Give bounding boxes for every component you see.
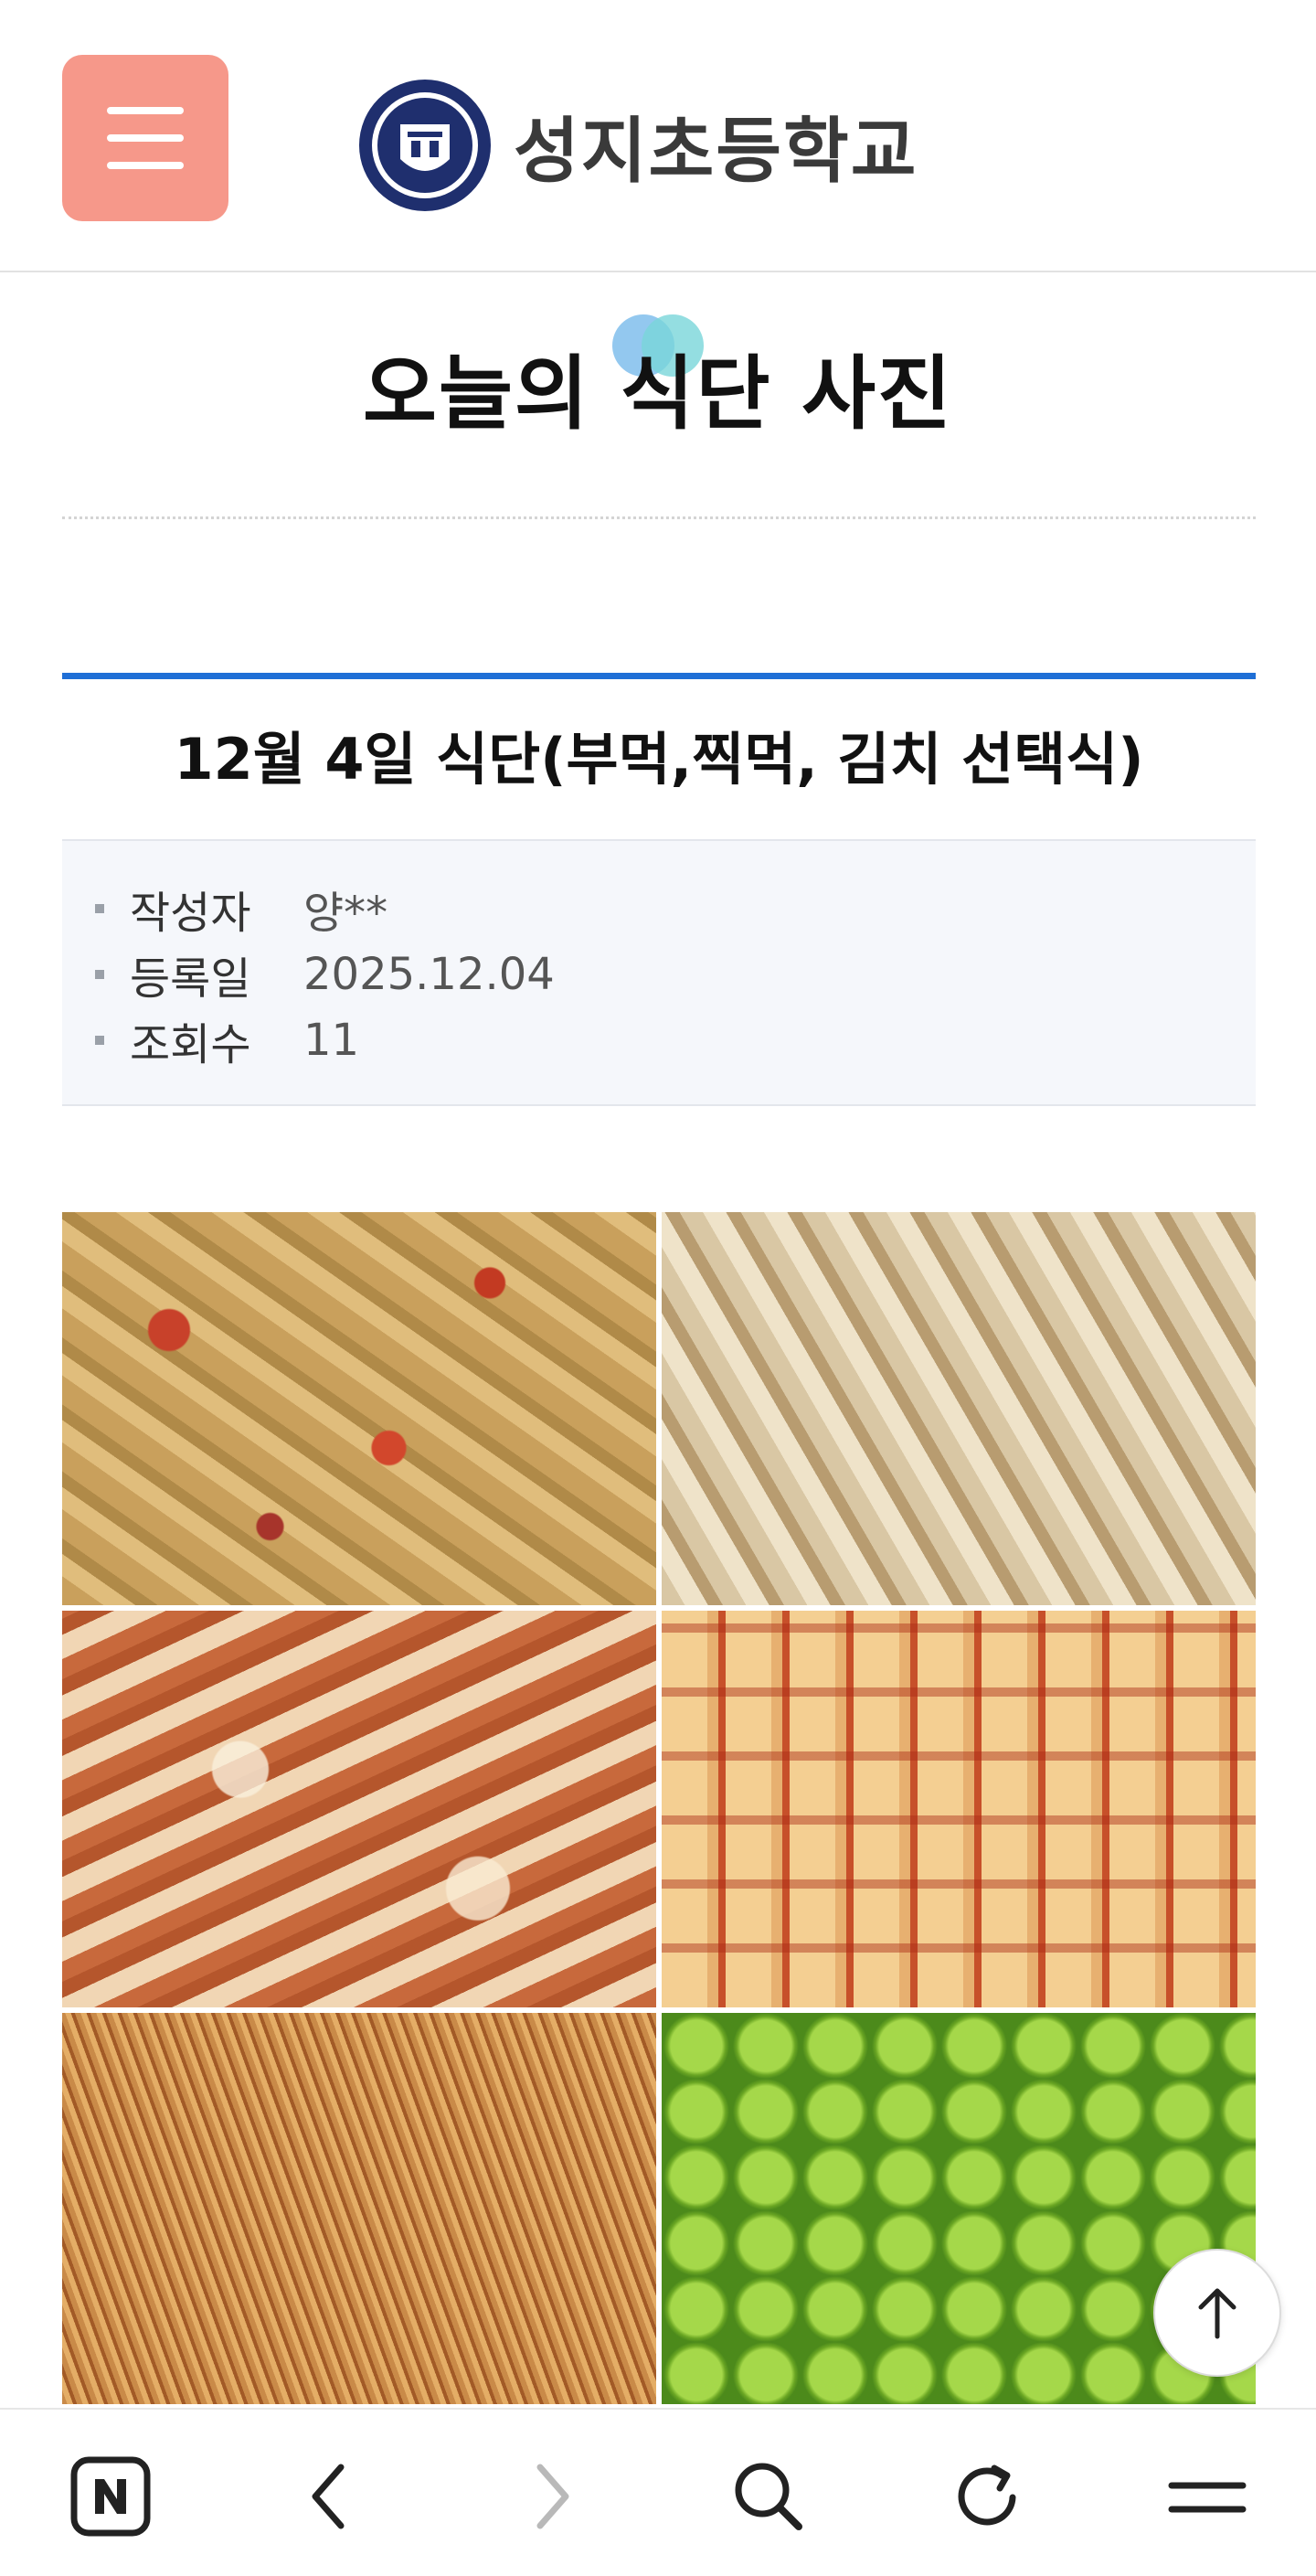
meta-label: 작성자 [130,888,251,939]
post-top-rule [62,673,1256,679]
browser-toolbar [0,2408,1316,2576]
meta-value: 양** [303,888,388,939]
hamburger-menu-button[interactable] [62,55,228,221]
search-icon [735,2463,802,2530]
menu-line [107,107,184,114]
bullet-icon [95,1036,104,1045]
post-meta: 작성자 양** 등록일 2025.12.04 조회수 11 [62,839,1256,1106]
refresh-icon [958,2464,1016,2526]
post-title: 12월 4일 식단(부먹,찍먹, 김치 선택식) [174,726,1144,793]
bullet-icon [95,904,104,913]
naver-n-icon [70,2456,151,2537]
browser-menu-button[interactable] [1157,2446,1258,2547]
meta-author-row: 작성자 양** [95,876,1256,942]
arrow-up-icon [1198,2288,1236,2339]
photo-fried-pork[interactable] [662,1212,1256,1605]
menu-line [107,162,184,169]
photo-sweet-and-sour-pork[interactable] [62,1212,656,1605]
back-button[interactable] [280,2446,380,2547]
scroll-to-top-button[interactable] [1153,2249,1281,2377]
meta-date-row: 등록일 2025.12.04 [95,942,1256,1007]
meta-label: 등록일 [130,953,251,1005]
school-emblem-icon [359,80,491,211]
page-title: 오늘의 식단 사진 [363,346,953,441]
menu-line [107,134,184,142]
search-button[interactable] [718,2446,819,2547]
photo-seasoned-radish-strips[interactable] [62,2013,656,2404]
refresh-button[interactable] [938,2446,1038,2547]
meal-photo-grid [62,1212,1256,2404]
title-divider [62,516,1256,519]
menu-icon [1168,2482,1247,2513]
forward-button[interactable] [501,2446,601,2547]
school-name: 성지초등학교 [514,111,918,193]
bullet-icon [95,970,104,979]
site-header: 성지초등학교 [0,0,1316,272]
school-logo-link[interactable]: 성지초등학교 [356,77,918,214]
back-arrow-icon [312,2464,345,2529]
meta-label: 조회수 [130,1019,251,1070]
meta-value: 11 [303,1015,360,1066]
photo-radish-kimchi[interactable] [662,1611,1256,2007]
meta-value: 2025.12.04 [303,949,555,1000]
photo-napa-cabbage-kimchi[interactable] [62,1611,656,2007]
meta-views-row: 조회수 11 [95,1007,1256,1073]
forward-arrow-icon [536,2464,569,2529]
naver-home-button[interactable] [60,2446,161,2547]
